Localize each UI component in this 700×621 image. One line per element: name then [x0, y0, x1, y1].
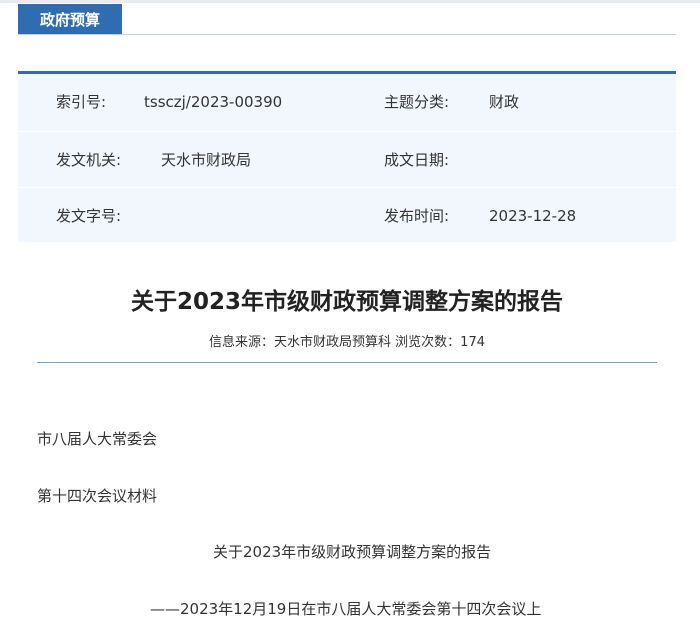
- source-label: 信息来源：: [208, 335, 274, 350]
- top-strip: [0, 0, 700, 3]
- section-header: 政府预算: [18, 4, 676, 35]
- view-count-label: 浏览次数：: [395, 335, 461, 350]
- article-title: 关于2023年市级财政预算调整方案的报告: [130, 289, 563, 315]
- body-paragraph: 第十四次会议材料: [37, 487, 158, 505]
- topic-category-label: 主题分类:: [384, 93, 450, 111]
- topic-category-value: 财政: [489, 93, 520, 111]
- metadata-row: 发文机关: 天水市财政局 成文日期:: [18, 131, 676, 188]
- view-count-value: 174: [460, 335, 485, 350]
- body-subtitle-dateline: ——2023年12月19日在市八届人大常委会第十四次会议上: [150, 600, 542, 618]
- source-value: 天水市财政局预算科: [274, 335, 392, 350]
- publish-time-value: 2023-12-28: [489, 207, 577, 225]
- metadata-row: 发文字号: 发布时间: 2023-12-28: [18, 187, 676, 244]
- section-tab-government-budget[interactable]: 政府预算: [18, 4, 122, 34]
- index-number-value: tssczj/2023-00390: [144, 93, 283, 111]
- metadata-row: 索引号: tssczj/2023-00390 主题分类: 财政: [18, 74, 676, 130]
- document-metadata-table: 索引号: tssczj/2023-00390 主题分类: 财政 发文机关: 天水…: [18, 71, 676, 242]
- title-divider: [37, 362, 657, 363]
- publish-time-label: 发布时间:: [384, 207, 450, 225]
- issuing-authority-label: 发文机关:: [56, 151, 122, 169]
- index-number-label: 索引号:: [56, 93, 107, 111]
- written-date-label: 成文日期:: [384, 151, 450, 169]
- body-paragraph: 市八届人大常委会: [37, 430, 158, 448]
- body-subtitle: 关于2023年市级财政预算调整方案的报告: [213, 543, 492, 561]
- issuing-authority-value: 天水市财政局: [161, 151, 252, 169]
- document-number-label: 发文字号:: [56, 207, 122, 225]
- article-source-line: 信息来源：天水市财政局预算科 浏览次数：174: [0, 331, 694, 350]
